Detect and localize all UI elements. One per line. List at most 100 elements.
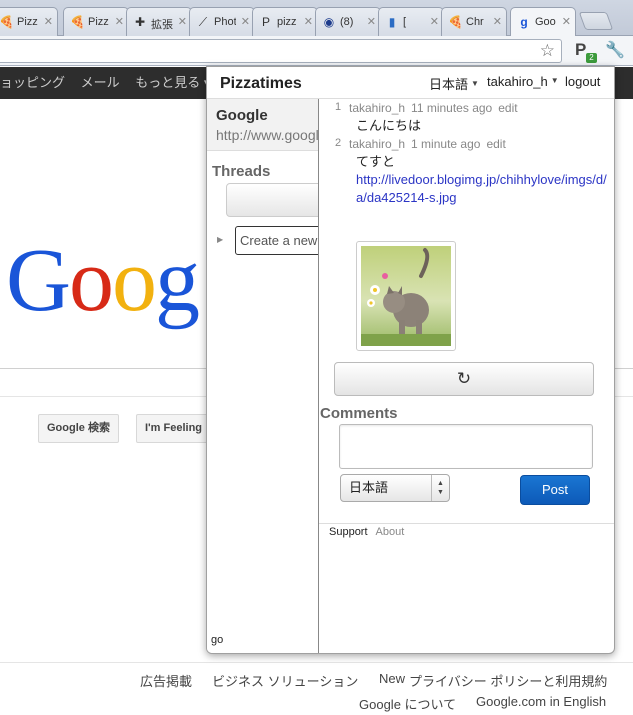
kitten-image-thumbnail[interactable] — [356, 241, 456, 351]
tab-title: pizz — [277, 16, 297, 28]
disc-icon: ◉ — [323, 15, 335, 29]
star-icon[interactable]: ☆ — [540, 41, 555, 61]
browser-tab[interactable]: ✚ 拡張 ✕ — [126, 7, 192, 36]
nav-item-mail[interactable]: メール — [81, 75, 120, 90]
tab-strip: 🍕 Pizz ✕ 🍕 Pizz ✕ ✚ 拡張 ✕ ⟋ Phot ✕ P pizz… — [0, 0, 633, 37]
new-badge: New — [379, 671, 406, 686]
caret-down-icon: ▼ — [550, 76, 559, 85]
puzzle-icon: ✚ — [134, 15, 146, 29]
threads-button[interactable] — [226, 183, 318, 217]
brand-title: Pizzatimes — [220, 75, 302, 92]
post-button[interactable]: Post — [520, 475, 590, 505]
pizza-icon: 🍕 — [70, 15, 85, 29]
browser-tab[interactable]: P pizz ✕ — [252, 7, 318, 36]
caret-down-icon: ▼ — [471, 79, 479, 88]
close-icon[interactable]: ✕ — [44, 15, 53, 28]
pizza-icon: 🍕 — [448, 15, 463, 29]
create-thread-input[interactable]: Create a new thread — [235, 226, 318, 255]
about-link[interactable]: About — [376, 526, 405, 538]
footer-link-english[interactable]: Google.com in English — [476, 694, 606, 709]
extension-badge: 2 — [586, 53, 597, 63]
browser-tab[interactable]: ▮ [ ✕ — [378, 7, 444, 36]
tab-title: Goo — [535, 16, 556, 28]
pizzatimes-extension-icon[interactable]: P — [575, 40, 586, 60]
browser-tab[interactable]: 🍕 Chr ✕ — [441, 7, 507, 36]
browser-tab[interactable]: 🍕 Pizz ✕ — [63, 7, 129, 36]
close-icon[interactable]: ✕ — [493, 15, 502, 28]
docs-icon: ▮ — [388, 15, 396, 29]
message-time: 11 minutes ago — [411, 101, 493, 115]
close-icon[interactable]: ✕ — [178, 15, 187, 28]
wrench-icon[interactable]: 🔧 — [605, 40, 625, 60]
browser-tab-active[interactable]: g Goo ✕ — [510, 7, 576, 37]
new-tab-button[interactable] — [578, 12, 614, 30]
tab-title: (8) — [340, 16, 354, 28]
edit-link[interactable]: edit — [486, 137, 505, 151]
message-time: 1 minute ago — [411, 137, 481, 151]
message-author[interactable]: takahiro_h — [349, 137, 405, 151]
close-icon[interactable]: ✕ — [304, 15, 313, 28]
divider — [319, 523, 614, 524]
message-text: てすと — [356, 154, 396, 169]
tab-title: 拡張 — [151, 19, 173, 31]
comments-heading: Comments — [320, 405, 398, 422]
close-icon[interactable]: ✕ — [562, 15, 571, 28]
tab-title: Pizz — [88, 16, 109, 28]
close-icon[interactable]: ✕ — [115, 15, 124, 28]
message-meta: takahiro_h 11 minutes ago edit — [349, 101, 518, 115]
reload-icon: ↻ — [456, 369, 472, 388]
pizzatimes-popup: Pizzatimes 日本語 ▼ takahiro_h ▼ logout Googl… — [206, 66, 615, 654]
footer-link-ads[interactable]: 広告掲載 — [140, 671, 192, 690]
close-icon[interactable]: ✕ — [367, 15, 376, 28]
image-link[interactable]: http://livedoor.blogimg.jp/chihhylove/im… — [356, 172, 607, 205]
popup-footer-links: Support About — [329, 526, 404, 538]
footer-link-business[interactable]: ビジネス ソリューション — [212, 671, 358, 690]
edit-link[interactable]: edit — [498, 101, 517, 115]
message-text: こんにちは — [356, 118, 422, 133]
reload-button[interactable]: ↻ — [334, 362, 594, 396]
message-number: 2 — [335, 137, 342, 149]
message-meta: takahiro_h 1 minute ago edit — [349, 137, 506, 151]
brush-icon: ⟋ — [198, 15, 208, 29]
tab-title: [ — [403, 16, 407, 28]
comment-textarea[interactable] — [339, 424, 593, 469]
sidebar-footer-text: go — [211, 634, 224, 646]
close-icon[interactable]: ✕ — [241, 15, 250, 28]
address-bar[interactable]: ☆ — [0, 39, 562, 63]
p-logo-icon: P — [261, 15, 270, 29]
footer-link-about-google[interactable]: Google について — [359, 694, 456, 713]
nav-item-more[interactable]: もっと見る ▾ — [135, 75, 210, 90]
google-logo: Goog — [6, 231, 200, 330]
logout-link[interactable]: logout — [565, 74, 600, 89]
nav-item-shopping[interactable]: ョッピング — [0, 75, 65, 90]
user-dropdown[interactable]: takahiro_h ▼ — [487, 74, 559, 89]
message-number: 1 — [335, 101, 342, 113]
message-author[interactable]: takahiro_h — [349, 101, 405, 115]
browser-toolbar: ☆ — [0, 36, 633, 66]
browser-tab[interactable]: ◉ (8) ✕ — [315, 7, 381, 36]
browser-tab[interactable]: ⟋ Phot ✕ — [189, 7, 255, 36]
message-body: てすと http://livedoor.blogimg.jp/chihhylov… — [356, 153, 611, 207]
expand-triangle-icon[interactable]: ▶ — [217, 235, 223, 244]
google-search-button[interactable]: Google 検索 — [38, 414, 119, 443]
site-url: http://www.google.co.jp/ — [216, 127, 319, 143]
tab-title: Pizz — [17, 16, 38, 28]
comment-language-select[interactable]: 日本語 ▲ ▼ — [340, 474, 450, 502]
google-icon: g — [520, 15, 528, 29]
im-feeling-lucky-button[interactable]: I'm Feeling — [136, 414, 212, 443]
tab-title: Phot — [214, 16, 236, 28]
close-icon[interactable]: ✕ — [430, 15, 439, 28]
footer-link-privacy[interactable]: プライバシー ポリシーと利用規約 — [409, 671, 607, 690]
tab-title: Chr — [466, 16, 484, 28]
selected-language: 日本語 — [349, 480, 389, 495]
site-info: Google http://www.google.co.jp/ — [207, 99, 319, 151]
language-dropdown[interactable]: 日本語 ▼ — [429, 74, 479, 93]
kitten-photo — [361, 246, 451, 346]
browser-tab[interactable]: 🍕 Pizz ✕ — [0, 7, 58, 36]
threads-heading: Threads — [212, 163, 271, 180]
support-link[interactable]: Support — [329, 526, 368, 538]
popup-sidebar: Google http://www.google.co.jp/ Threads … — [207, 99, 319, 653]
site-name: Google — [216, 107, 268, 124]
select-arrows-icon: ▲ ▼ — [431, 475, 449, 501]
footer-divider — [0, 662, 633, 663]
